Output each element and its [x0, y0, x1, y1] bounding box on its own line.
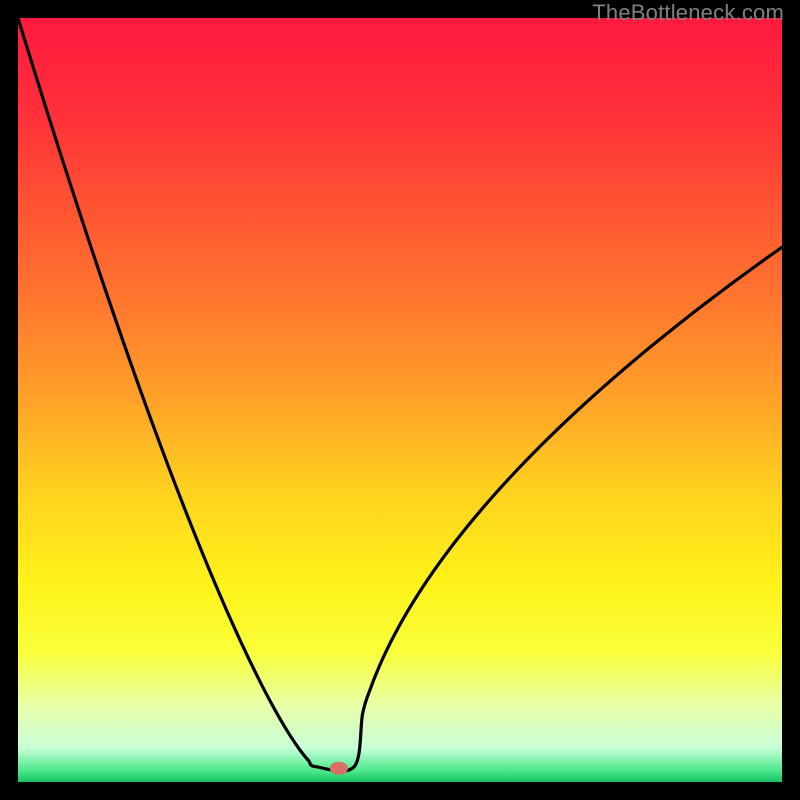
optimum-marker: [330, 762, 348, 775]
chart-frame: [18, 18, 782, 782]
chart-svg: [18, 18, 782, 782]
gradient-background: [18, 18, 782, 782]
watermark-text: TheBottleneck.com: [592, 0, 784, 26]
